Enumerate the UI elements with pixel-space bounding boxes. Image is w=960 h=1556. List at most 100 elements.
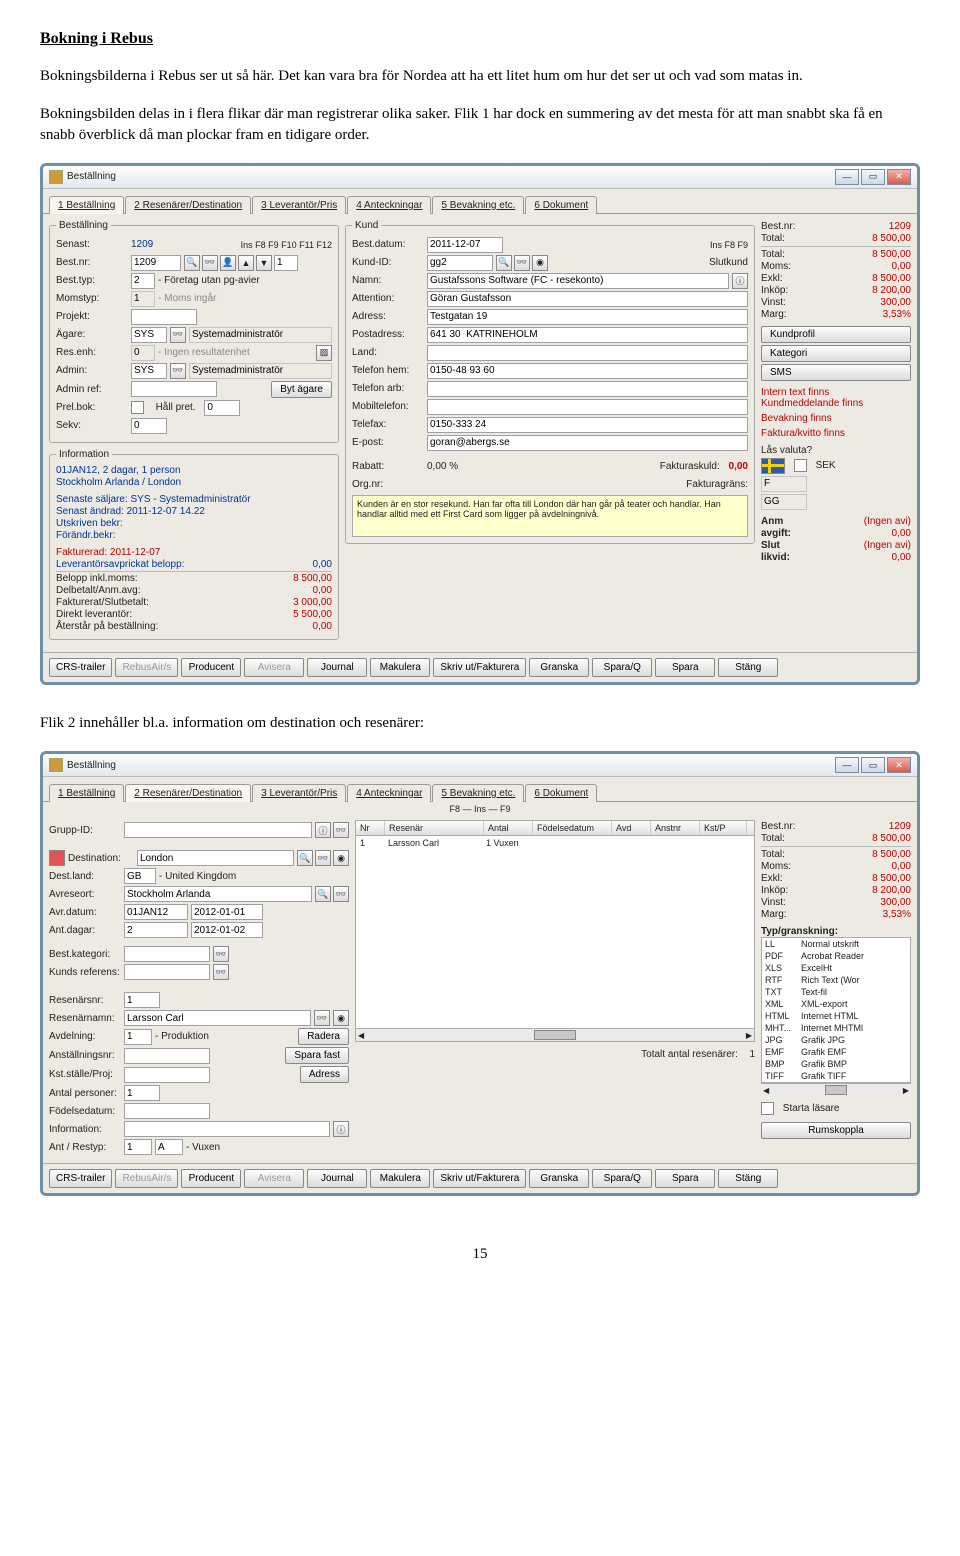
search-icon[interactable]: 🔍 (184, 255, 200, 271)
destland-input[interactable] (124, 868, 156, 884)
kundref-input[interactable] (124, 964, 210, 980)
skrivut-button[interactable]: Skriv ut/Fakturera (433, 658, 526, 677)
sms-button[interactable]: SMS (761, 364, 911, 381)
tab-resenarer[interactable]: 2 Resenärer/Destination (125, 784, 251, 802)
type-row[interactable]: MHT...Internet MHTMl (762, 1022, 910, 1034)
makulera-button[interactable]: Makulera (370, 1169, 430, 1188)
prelbok-check[interactable] (131, 401, 144, 414)
table-row[interactable]: 1 Larsson Carl 1 Vuxen (356, 836, 754, 850)
mobil-input[interactable] (427, 399, 748, 415)
startalasare-check[interactable] (761, 1102, 774, 1115)
avrdatum-input2[interactable] (191, 904, 263, 920)
kst-input[interactable] (124, 1067, 210, 1083)
type-row[interactable]: TXTText-fil (762, 986, 910, 998)
type-row[interactable]: XMLXML-export (762, 998, 910, 1010)
adress-input[interactable] (427, 309, 748, 325)
admin-input[interactable] (131, 363, 167, 379)
kund-find-icon[interactable]: 👓 (514, 255, 530, 271)
user-icon[interactable]: ◉ (333, 1010, 349, 1026)
avreseort-input[interactable] (124, 886, 312, 902)
antrestyp-input2[interactable] (155, 1139, 183, 1155)
avdelning-input[interactable] (124, 1029, 152, 1045)
maximize-button[interactable]: ▭ (861, 757, 885, 773)
info-icon[interactable]: ⓘ (315, 822, 331, 838)
granska-button[interactable]: Granska (529, 658, 589, 677)
type-list[interactable]: LLNormal utskriftPDFAcrobat ReaderXLSExc… (761, 937, 911, 1083)
sekv-input[interactable] (131, 418, 167, 434)
globe-icon[interactable]: ◉ (333, 850, 349, 866)
rumskoppla-button[interactable]: Rumskoppla (761, 1122, 911, 1139)
user-icon[interactable]: 👤 (220, 255, 236, 271)
telhem-input[interactable] (427, 363, 748, 379)
crs-trailer-button[interactable]: CRS-trailer (49, 1169, 112, 1188)
tab-anteckningar[interactable]: 4 Anteckningar (347, 196, 431, 214)
sparafast-button[interactable]: Spara fast (285, 1047, 349, 1064)
bestnr-input[interactable] (131, 255, 181, 271)
journal-button[interactable]: Journal (307, 1169, 367, 1188)
resenarsnr-input[interactable] (124, 992, 160, 1008)
sparaq-button[interactable]: Spara/Q (592, 1169, 652, 1188)
close-button[interactable]: ✕ (887, 169, 911, 185)
tab-resenarer[interactable]: 2 Resenärer/Destination (125, 196, 251, 214)
tab-leverantor[interactable]: 3 Leverantör/Pris (252, 196, 346, 214)
epost-input[interactable] (427, 435, 748, 451)
tab-bestallning[interactable]: 1 Beställning (49, 196, 124, 214)
tab-bestallning[interactable]: 1 Beställning (49, 784, 124, 802)
land-input[interactable] (427, 345, 748, 361)
attention-input[interactable] (427, 291, 748, 307)
antpers-input[interactable] (124, 1085, 160, 1101)
adminref-input[interactable] (131, 381, 217, 397)
h-scrollbar[interactable]: ◀▶ (761, 1083, 911, 1096)
info-icon[interactable]: ⓘ (333, 1121, 349, 1137)
kundprofil-button[interactable]: Kundprofil (761, 326, 911, 343)
crs-trailer-button[interactable]: CRS-trailer (49, 658, 112, 677)
agare-input[interactable] (131, 327, 167, 343)
down-icon[interactable]: ▼ (256, 255, 272, 271)
sparaq-button[interactable]: Spara/Q (592, 658, 652, 677)
type-row[interactable]: JPGGrafik JPG (762, 1034, 910, 1046)
antdagar-input2[interactable] (191, 922, 263, 938)
bestkat-input[interactable] (124, 946, 210, 962)
spara-button[interactable]: Spara (655, 1169, 715, 1188)
makulera-button[interactable]: Makulera (370, 658, 430, 677)
skrivut-button[interactable]: Skriv ut/Fakturera (433, 1169, 526, 1188)
tab-anteckningar[interactable]: 4 Anteckningar (347, 784, 431, 802)
h-scrollbar[interactable]: ◀▶ (356, 1028, 754, 1041)
maximize-button[interactable]: ▭ (861, 169, 885, 185)
antdagar-input1[interactable] (124, 922, 188, 938)
type-row[interactable]: XLSExcelHt (762, 962, 910, 974)
count-field[interactable] (274, 255, 298, 271)
information-input[interactable] (124, 1121, 330, 1137)
resenamn-input[interactable] (124, 1010, 311, 1026)
type-row[interactable]: PDFAcrobat Reader (762, 950, 910, 962)
minimize-button[interactable]: — (835, 757, 859, 773)
dest-input[interactable] (137, 850, 294, 866)
kund-add-icon[interactable]: ◉ (532, 255, 548, 271)
anstnr-input[interactable] (124, 1048, 210, 1064)
namn-input[interactable] (427, 273, 729, 289)
lasvaluta-check[interactable] (794, 459, 807, 472)
agare-icon[interactable]: 👓 (170, 327, 186, 343)
telarb-input[interactable] (427, 381, 748, 397)
find-icon[interactable]: 👓 (314, 1010, 330, 1026)
search-icon[interactable]: 🔍 (315, 886, 331, 902)
hallpret-input[interactable] (204, 400, 240, 416)
bytagare-button[interactable]: Byt ägare (271, 381, 332, 398)
granska-button[interactable]: Granska (529, 1169, 589, 1188)
stang-button[interactable]: Stäng (718, 658, 778, 677)
producent-button[interactable]: Producent (181, 658, 241, 677)
namn-info-icon[interactable]: ⓘ (732, 273, 748, 289)
find-icon[interactable]: 👓 (333, 886, 349, 902)
journal-button[interactable]: Journal (307, 658, 367, 677)
admin-icon[interactable]: 👓 (170, 363, 186, 379)
tab-bevakning[interactable]: 5 Bevakning etc. (432, 784, 524, 802)
tab-dokument[interactable]: 6 Dokument (525, 196, 597, 214)
kundid-input[interactable] (427, 255, 493, 271)
antrestyp-input1[interactable] (124, 1139, 152, 1155)
type-row[interactable]: RTFRich Text (Wor (762, 974, 910, 986)
find-icon[interactable]: 👓 (315, 850, 331, 866)
up-icon[interactable]: ▲ (238, 255, 254, 271)
avrdatum-input1[interactable] (124, 904, 188, 920)
minimize-button[interactable]: — (835, 169, 859, 185)
fodelse-input[interactable] (124, 1103, 210, 1119)
